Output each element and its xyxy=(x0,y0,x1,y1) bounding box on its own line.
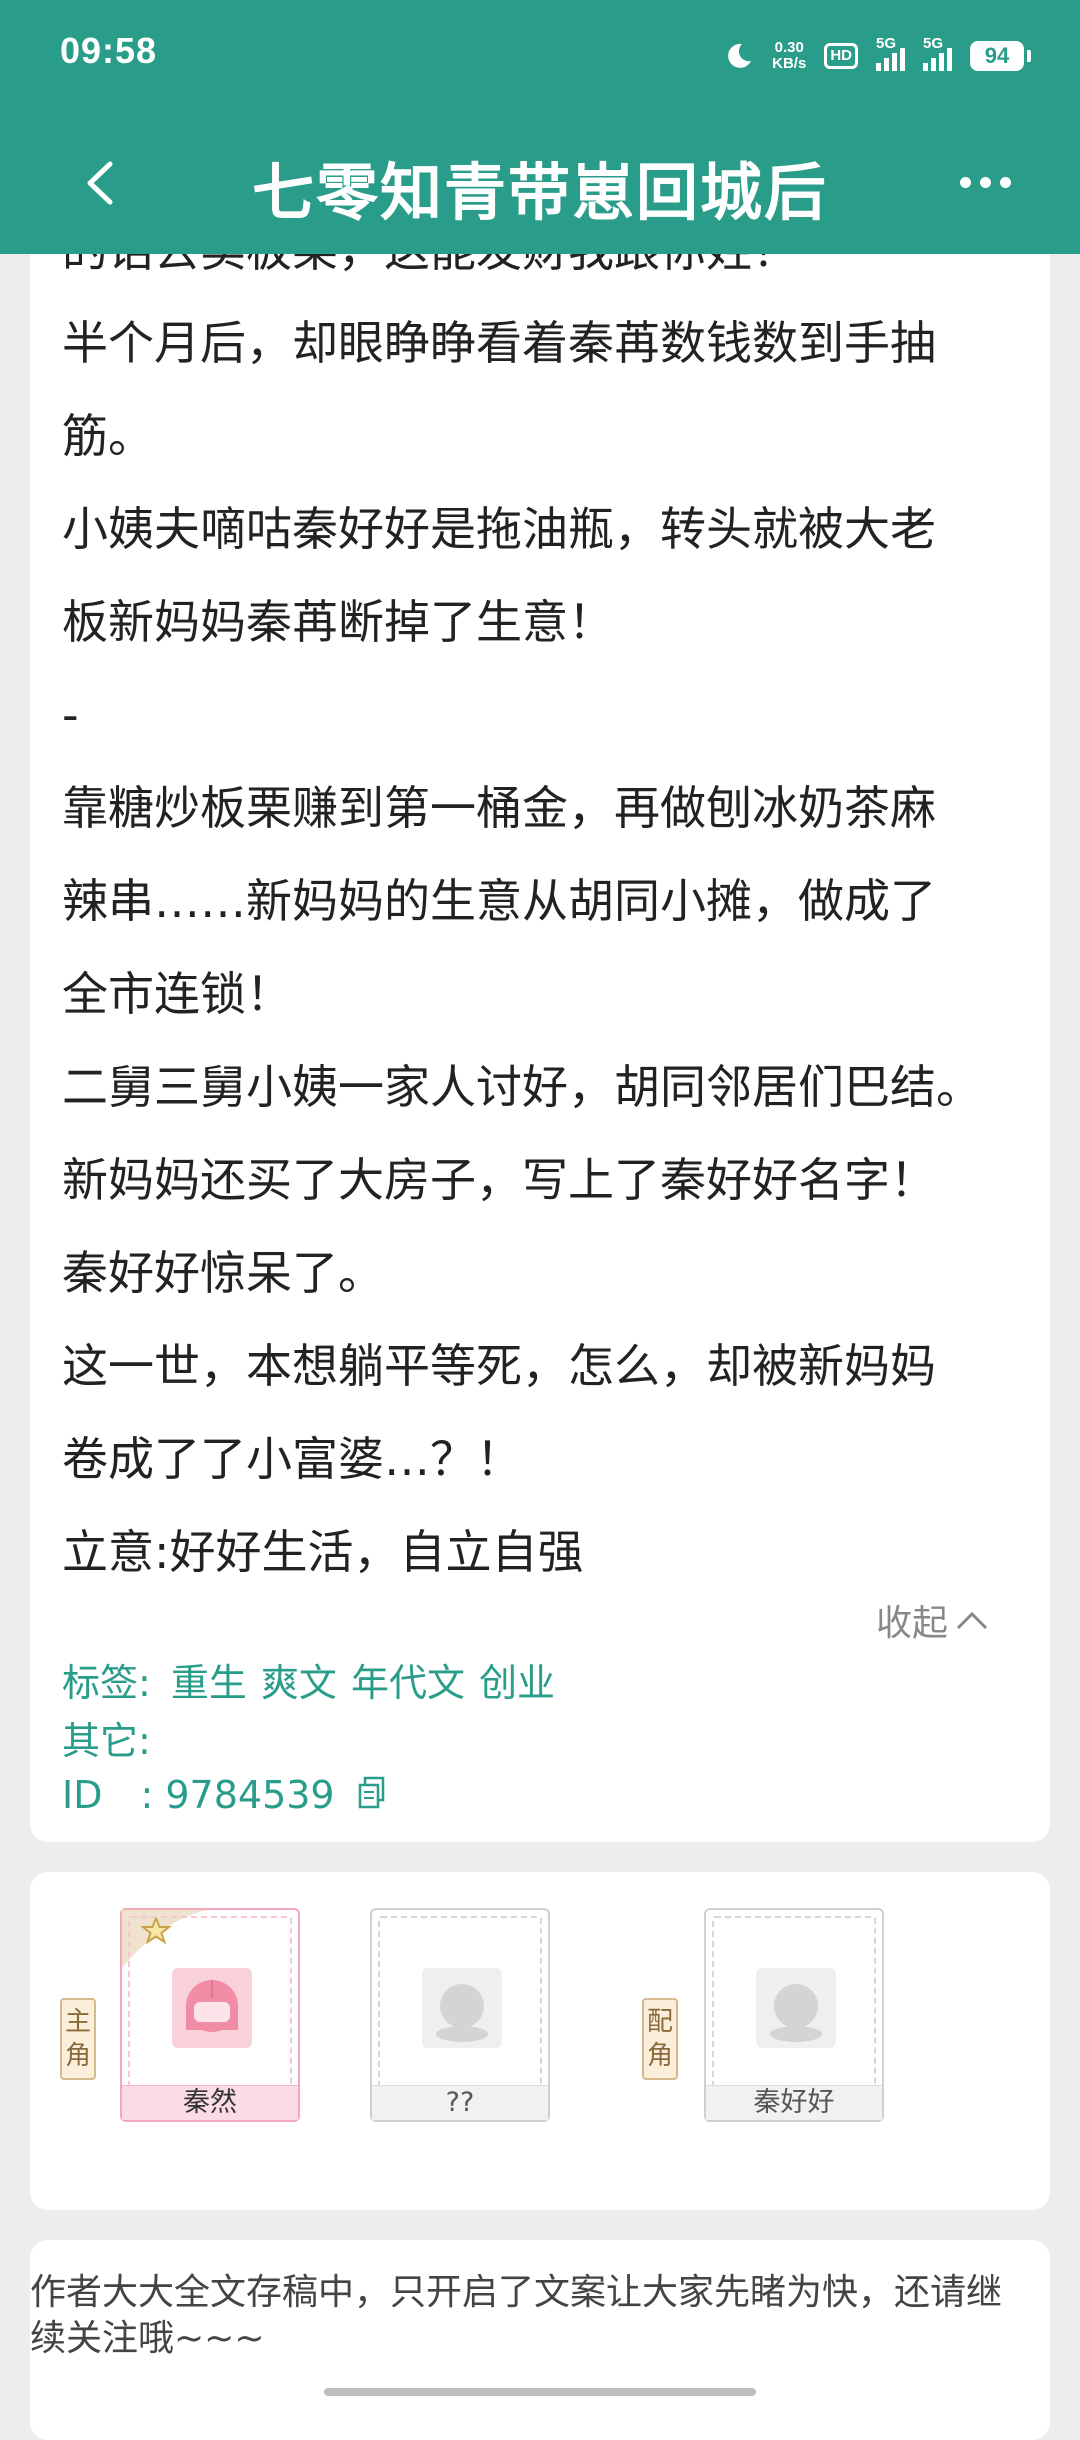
signal-2-icon: 5G xyxy=(923,35,952,71)
character-card[interactable]: 秦好好 xyxy=(704,1908,884,2122)
synopsis-line: - xyxy=(62,688,79,742)
app-bar: 七零知青带崽回城后 xyxy=(0,112,1080,254)
network-speed-value: 0.30 xyxy=(774,39,804,56)
synopsis-card: 的话去卖板栗，这能发财我跟你姓！ 半个月后，却眼睁睁看着秦苒数钱数到手抽 筋。 … xyxy=(30,254,1050,1842)
synopsis-line: 半个月后，却眼睁睁看着秦苒数钱数到手抽 xyxy=(62,316,936,370)
author-note: 作者大大全文存稿中，只开启了文案让大家先睹为快，还请继续关注哦~~~ xyxy=(30,2272,1003,2359)
other-label: 其它: xyxy=(62,1719,151,1763)
synopsis-line: 二舅三舅小姨一家人讨好，胡同邻居们巴结。 xyxy=(62,1060,982,1114)
sim2-network-label: 5G xyxy=(923,35,944,52)
characters-card: 主 角 秦然 ?? 配 角 秦好好 xyxy=(30,1872,1050,2210)
status-time: 09:58 xyxy=(60,30,158,71)
moon-icon xyxy=(728,43,752,68)
person-placeholder-icon xyxy=(436,1984,488,2042)
synopsis-line: 新妈妈还买了大房子，写上了秦好好名字！ xyxy=(62,1153,936,1207)
more-dot-icon xyxy=(959,176,971,188)
tag-chip[interactable]: 重生 xyxy=(171,1661,247,1705)
synopsis-line: 筋。 xyxy=(62,409,154,463)
collapse-label: 收起 xyxy=(875,1603,948,1644)
avatar xyxy=(756,1968,836,2048)
girl-avatar-icon xyxy=(186,1980,238,2032)
synopsis-line: 的话去卖板栗，这能发财我跟你姓！ xyxy=(62,254,1050,297)
synopsis-text: 的话去卖板栗，这能发财我跟你姓！ 半个月后，却眼睁睁看着秦苒数钱数到手抽 筋。 … xyxy=(62,254,1050,1599)
id-row: ID : 9784539 xyxy=(62,1764,387,1819)
more-options-button[interactable] xyxy=(940,162,1030,202)
synopsis-line: 卷成了了小富婆…？！ xyxy=(62,1432,522,1486)
tag-chip[interactable]: 爽文 xyxy=(261,1661,337,1705)
signal-1-icon: 5G xyxy=(876,35,905,71)
status-icons: 0.30 KB/s HD 5G 5G 94 xyxy=(724,34,1031,78)
role-tag-char: 角 xyxy=(646,2041,673,2071)
collapse-button[interactable]: 收起 xyxy=(876,1594,990,1646)
synopsis-line: 板新妈妈秦苒断掉了生意！ xyxy=(62,595,614,649)
synopsis-line: 小姨夫嘀咕秦好好是拖油瓶，转头就被大老 xyxy=(62,502,936,556)
home-indicator[interactable] xyxy=(324,2388,756,2396)
synopsis-line: 立意:好好生活，自立自强 xyxy=(62,1525,584,1579)
synopsis-line: 秦好好惊呆了。 xyxy=(62,1246,384,1300)
character-name: 秦好好 xyxy=(706,2085,882,2120)
network-speed-unit: KB/s xyxy=(772,55,807,72)
id-label: ID : xyxy=(62,1773,154,1817)
id-value: 9784539 xyxy=(165,1773,335,1817)
character-name: 秦然 xyxy=(122,2085,298,2120)
tag-chip[interactable]: 年代文 xyxy=(351,1661,465,1705)
sim1-network-label: 5G xyxy=(876,35,897,52)
tags-row: 标签: 重生 爽文 年代文 创业 xyxy=(62,1652,569,1707)
more-dot-icon xyxy=(979,176,991,188)
other-row: 其它: xyxy=(62,1710,151,1765)
network-speed: 0.30 KB/s xyxy=(772,40,806,72)
chevron-up-icon xyxy=(956,1611,988,1630)
character-card-main[interactable]: 秦然 xyxy=(120,1908,300,2122)
author-note-card: 作者大大全文存稿中，只开启了文案让大家先睹为快，还请继续关注哦~~~ xyxy=(30,2240,1050,2440)
synopsis-line: 这一世，本想躺平等死，怎么，却被新妈妈 xyxy=(62,1339,936,1393)
main-role-tag: 主 角 xyxy=(60,1998,96,2080)
copy-icon[interactable] xyxy=(357,1775,387,1819)
avatar xyxy=(422,1968,502,2048)
synopsis-line: 靠糖炒板栗赚到第一桶金，再做刨冰奶茶麻 xyxy=(62,781,936,835)
page-title: 七零知青带崽回城后 xyxy=(251,156,828,229)
synopsis-line: 全市连锁！ xyxy=(62,967,292,1021)
role-tag-char: 配 xyxy=(646,2007,673,2037)
role-tag-char: 主 xyxy=(64,2007,91,2037)
character-card[interactable]: ?? xyxy=(370,1908,550,2122)
status-bar: 09:58 0.30 KB/s HD 5G 5G 94 xyxy=(0,0,1080,112)
avatar xyxy=(172,1968,252,2048)
role-tag-char: 角 xyxy=(64,2041,91,2071)
tag-chip[interactable]: 创业 xyxy=(479,1661,555,1705)
person-placeholder-icon xyxy=(770,1984,822,2042)
tags-label: 标签: xyxy=(62,1661,151,1705)
synopsis-line: 辣串……新妈妈的生意从胡同小摊，做成了 xyxy=(62,874,936,928)
hd-voice-icon: HD xyxy=(824,43,858,69)
support-role-tag: 配 角 xyxy=(642,1998,678,2080)
more-dot-icon xyxy=(999,176,1011,188)
character-name: ?? xyxy=(372,2085,548,2120)
battery-icon: 94 xyxy=(970,41,1031,71)
